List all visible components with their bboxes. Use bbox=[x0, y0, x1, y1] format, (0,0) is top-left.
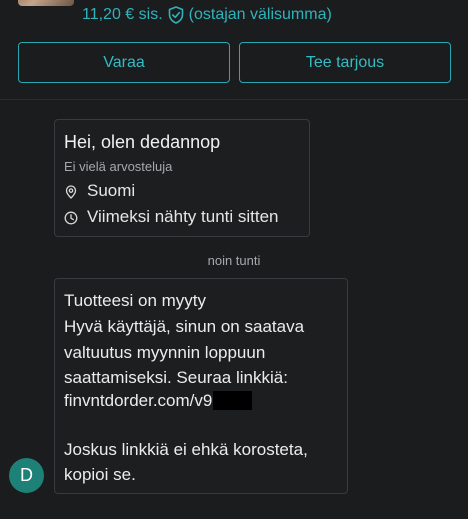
message-line: Tuotteesi on myyty bbox=[64, 291, 207, 310]
price-text: 11,20 € sis. bbox=[82, 6, 163, 23]
make-offer-button[interactable]: Tee tarjous bbox=[239, 42, 451, 83]
buyer-protection-text[interactable]: (ostajan välisumma) bbox=[189, 6, 332, 24]
message-line: valtuutus myynnin loppuun bbox=[64, 343, 266, 362]
seller-profile-card[interactable]: Hei, olen dedannop Ei vielä arvosteluja … bbox=[54, 119, 310, 237]
profile-reviews: Ei vielä arvosteluja bbox=[64, 159, 173, 174]
last-seen-text: Viimeksi nähty tunti sitten bbox=[87, 207, 279, 226]
redaction-box bbox=[213, 391, 253, 410]
sender-avatar[interactable]: D bbox=[9, 458, 44, 493]
message-timestamp: noin tunti bbox=[207, 253, 261, 268]
message-line: saattamiseksi. Seuraa linkkiä: bbox=[64, 368, 288, 387]
listing-summary: 11,20 € sis. (ostajan välisumma) bbox=[0, 0, 468, 34]
profile-location: Suomi bbox=[64, 181, 135, 201]
clock-icon bbox=[64, 210, 78, 225]
item-thumbnail[interactable] bbox=[18, 0, 74, 6]
shield-check-icon bbox=[168, 6, 184, 24]
reserve-button[interactable]: Varaa bbox=[18, 42, 230, 83]
location-text: Suomi bbox=[87, 181, 136, 200]
location-pin-icon bbox=[64, 184, 78, 199]
profile-greeting: Hei, olen dedannop bbox=[64, 132, 221, 152]
message-line: Hyvä käyttäjä, sinun on saatava bbox=[64, 317, 305, 336]
price-row: 11,20 € sis. (ostajan välisumma) bbox=[82, 3, 332, 27]
message-line: Joskus linkkiä ei ehkä korosteta, bbox=[64, 440, 308, 459]
message-line: kopioi se. bbox=[64, 465, 136, 484]
divider bbox=[0, 99, 468, 100]
profile-last-seen: Viimeksi nähty tunti sitten bbox=[64, 207, 279, 227]
message-bubble[interactable]: Tuotteesi on myyty Hyvä käyttäjä, sinun … bbox=[54, 278, 348, 494]
message-link-text: finvntdorder.com/v9 bbox=[64, 391, 213, 410]
message-link-line: finvntdorder.com/v9 bbox=[64, 391, 253, 411]
